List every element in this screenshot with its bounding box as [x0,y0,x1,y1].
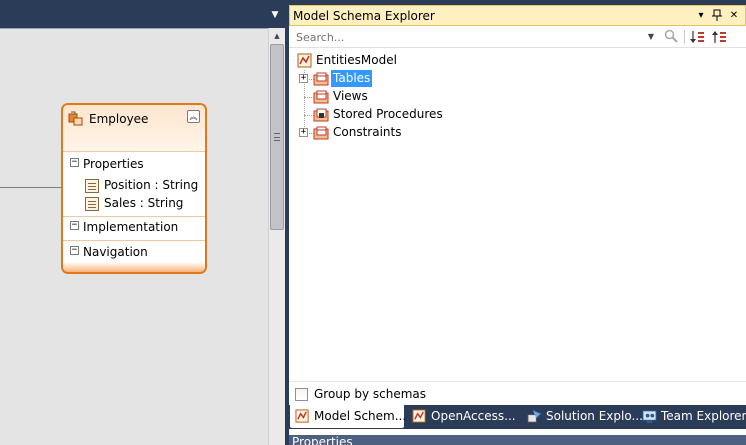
collapse-minus-icon[interactable]: − [70,221,79,230]
sort-descending-icon[interactable] [689,29,705,45]
designer-tab-strip [0,0,268,28]
tab-label: Solution Explo... [546,409,643,423]
property-row[interactable]: Position : String [83,178,203,196]
scroll-up-arrow-icon[interactable]: ▲ [269,30,285,42]
entity-title: Employee [89,112,149,126]
tab-model-schema-explorer[interactable]: Model Schem... [290,405,407,428]
section-divider [63,216,205,217]
section-properties[interactable]: − Properties [63,155,205,175]
vertical-scrollbar[interactable]: ▲ [268,28,285,445]
tree-node-label: Views [333,89,368,103]
expand-plus-icon[interactable]: + [299,128,308,137]
designer-surface: Employee ︽ − Properties Position : Strin… [0,0,285,445]
tab-label: Model Schem... [314,409,407,423]
property-icon [85,179,99,193]
design-canvas[interactable]: Employee ︽ − Properties Position : Strin… [0,28,268,445]
tab-label: OpenAccess... [431,409,516,423]
panel-title-bar[interactable]: Model Schema Explorer ▾ ✕ [289,5,746,26]
group-by-schemas-checkbox[interactable] [295,388,308,401]
properties-panel-title-bar[interactable]: Properties [289,435,746,445]
group-by-schemas-row: Group by schemas [289,381,746,405]
dropdown-arrow-icon[interactable]: ▼ [268,8,282,22]
property-label: Sales : String [104,196,184,210]
section-label: Implementation [83,220,179,234]
tree-node-label: Tables [331,70,373,87]
model-icon [297,53,312,68]
dropdown-icon[interactable]: ▾ [694,9,708,23]
pin-icon[interactable] [710,9,724,23]
property-label: Position : String [104,178,199,192]
explorer-toolbar: ▼ [289,26,746,48]
search-dropdown-icon[interactable]: ▼ [645,29,657,45]
entity-footer [63,262,205,272]
search-icon[interactable] [663,29,679,45]
tree-node-label: Stored Procedures [333,107,443,121]
model-icon [295,409,309,423]
tree-node-root[interactable]: EntitiesModel [297,52,497,70]
tree-node-stored-procedures[interactable]: Stored Procedures [299,106,499,124]
entity-header[interactable]: Employee ︽ [63,105,205,152]
model-icon [412,409,426,423]
tab-solution-explorer[interactable]: Solution Explo... [522,405,643,428]
section-label: Properties [83,157,144,171]
bottom-tab-strip: Model Schem... OpenAccess... Solution Ex… [289,405,746,429]
close-icon[interactable]: ✕ [727,9,741,23]
collapse-minus-icon[interactable]: − [70,246,79,255]
tree-node-tables[interactable]: + Tables [299,70,499,88]
tree-node-views[interactable]: Views [299,88,499,106]
folder-constraint-icon [313,126,329,140]
association-connector[interactable] [0,187,62,188]
tab-openaccess[interactable]: OpenAccess... [407,405,519,428]
tab-team-explorer[interactable]: Team Explorer [637,405,746,428]
scrollbar-thumb[interactable] [270,44,284,230]
collapse-chevron-icon[interactable]: ︽ [187,110,200,123]
tree-node-label: Constraints [333,125,402,139]
tab-label: Team Explorer [661,409,746,423]
section-divider [63,240,205,241]
folder-table-icon [313,72,329,86]
section-implementation[interactable]: − Implementation [63,218,205,238]
grip-icon [274,133,280,141]
folder-procedure-icon [313,108,329,122]
folder-view-icon [313,90,329,104]
tree-node-label: EntitiesModel [316,53,397,67]
section-label: Navigation [83,245,148,259]
solution-explorer-icon [527,409,542,423]
property-row[interactable]: Sales : String [83,196,203,214]
tree-node-constraints[interactable]: + Constraints [299,124,499,142]
properties-panel-title: Properties [292,435,353,445]
toolbar-separator [684,30,685,44]
group-by-schemas-label[interactable]: Group by schemas [314,387,426,401]
panel-title: Model Schema Explorer [293,9,435,23]
section-navigation[interactable]: − Navigation [63,243,205,263]
property-icon [85,197,99,211]
search-input[interactable] [293,28,655,46]
collapse-minus-icon[interactable]: − [70,158,79,167]
sort-ascending-icon[interactable] [711,29,727,45]
schema-tree: EntitiesModel + Tables Views Stored Proc… [289,49,746,379]
model-schema-explorer-panel: Model Schema Explorer ▾ ✕ ▼ [289,5,746,445]
expand-plus-icon[interactable]: + [299,74,308,83]
team-explorer-icon [642,410,657,424]
entity-icon [68,111,83,126]
entity-shape-employee[interactable]: Employee ︽ − Properties Position : Strin… [61,103,207,274]
